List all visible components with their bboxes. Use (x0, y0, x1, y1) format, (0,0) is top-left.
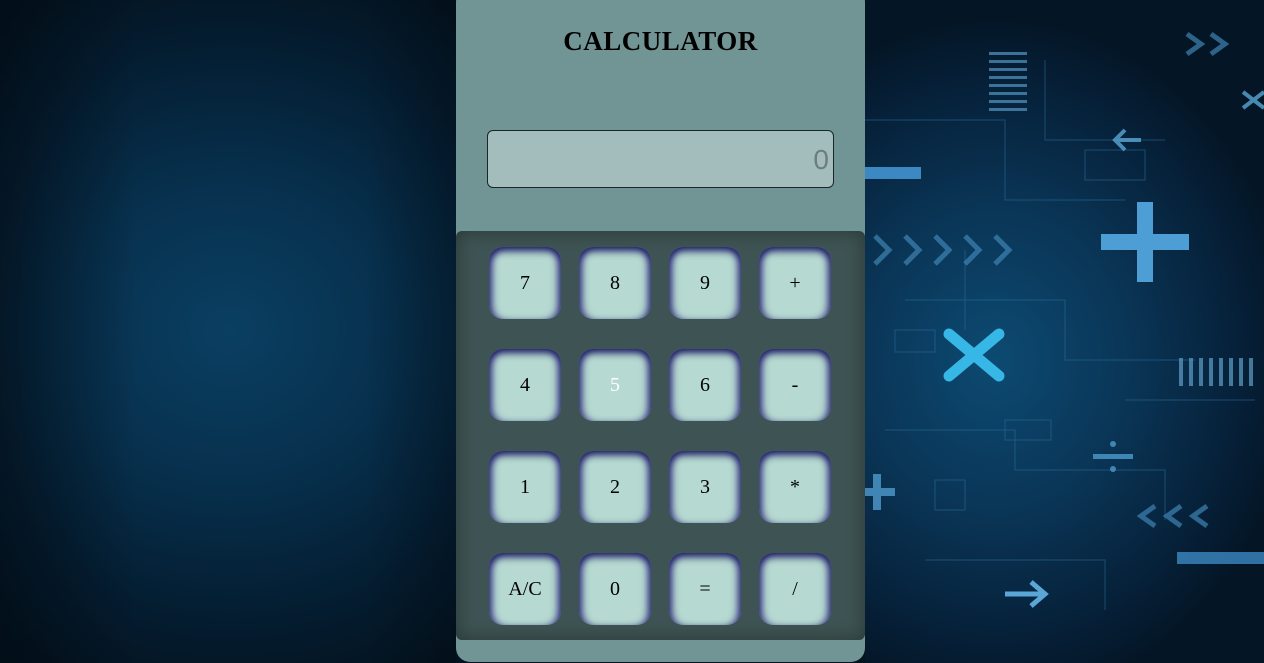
divide-icon (1093, 441, 1133, 472)
display-input[interactable]: 0 (487, 130, 834, 188)
calculator-panel: CALCULATOR 0 7 8 9 + 4 5 6 - 1 2 3 * A/C… (456, 0, 865, 662)
keypad: 7 8 9 + 4 5 6 - 1 2 3 * A/C 0 = / (456, 231, 865, 640)
arrow-right-icon (1005, 580, 1049, 608)
math-circuit-art (865, 31, 1264, 610)
background-math-art (865, 0, 1264, 663)
key-clear[interactable]: A/C (489, 553, 561, 625)
plus-icon (1101, 202, 1189, 282)
key-3[interactable]: 3 (669, 451, 741, 523)
key-5[interactable]: 5 (579, 349, 651, 421)
key-7[interactable]: 7 (489, 247, 561, 319)
key-1[interactable]: 1 (489, 451, 561, 523)
key-multiply[interactable]: * (759, 451, 831, 523)
key-8[interactable]: 8 (579, 247, 651, 319)
key-6[interactable]: 6 (669, 349, 741, 421)
key-minus[interactable]: - (759, 349, 831, 421)
background-left (0, 0, 456, 663)
times-icon (943, 328, 1005, 382)
key-9[interactable]: 9 (669, 247, 741, 319)
key-0[interactable]: 0 (579, 553, 651, 625)
minus-icon (865, 167, 921, 179)
calculator-title: CALCULATOR (563, 26, 758, 56)
plus-icon (865, 474, 895, 510)
key-equals[interactable]: = (669, 553, 741, 625)
key-4[interactable]: 4 (489, 349, 561, 421)
key-plus[interactable]: + (759, 247, 831, 319)
key-divide[interactable]: / (759, 553, 831, 625)
key-2[interactable]: 2 (579, 451, 651, 523)
